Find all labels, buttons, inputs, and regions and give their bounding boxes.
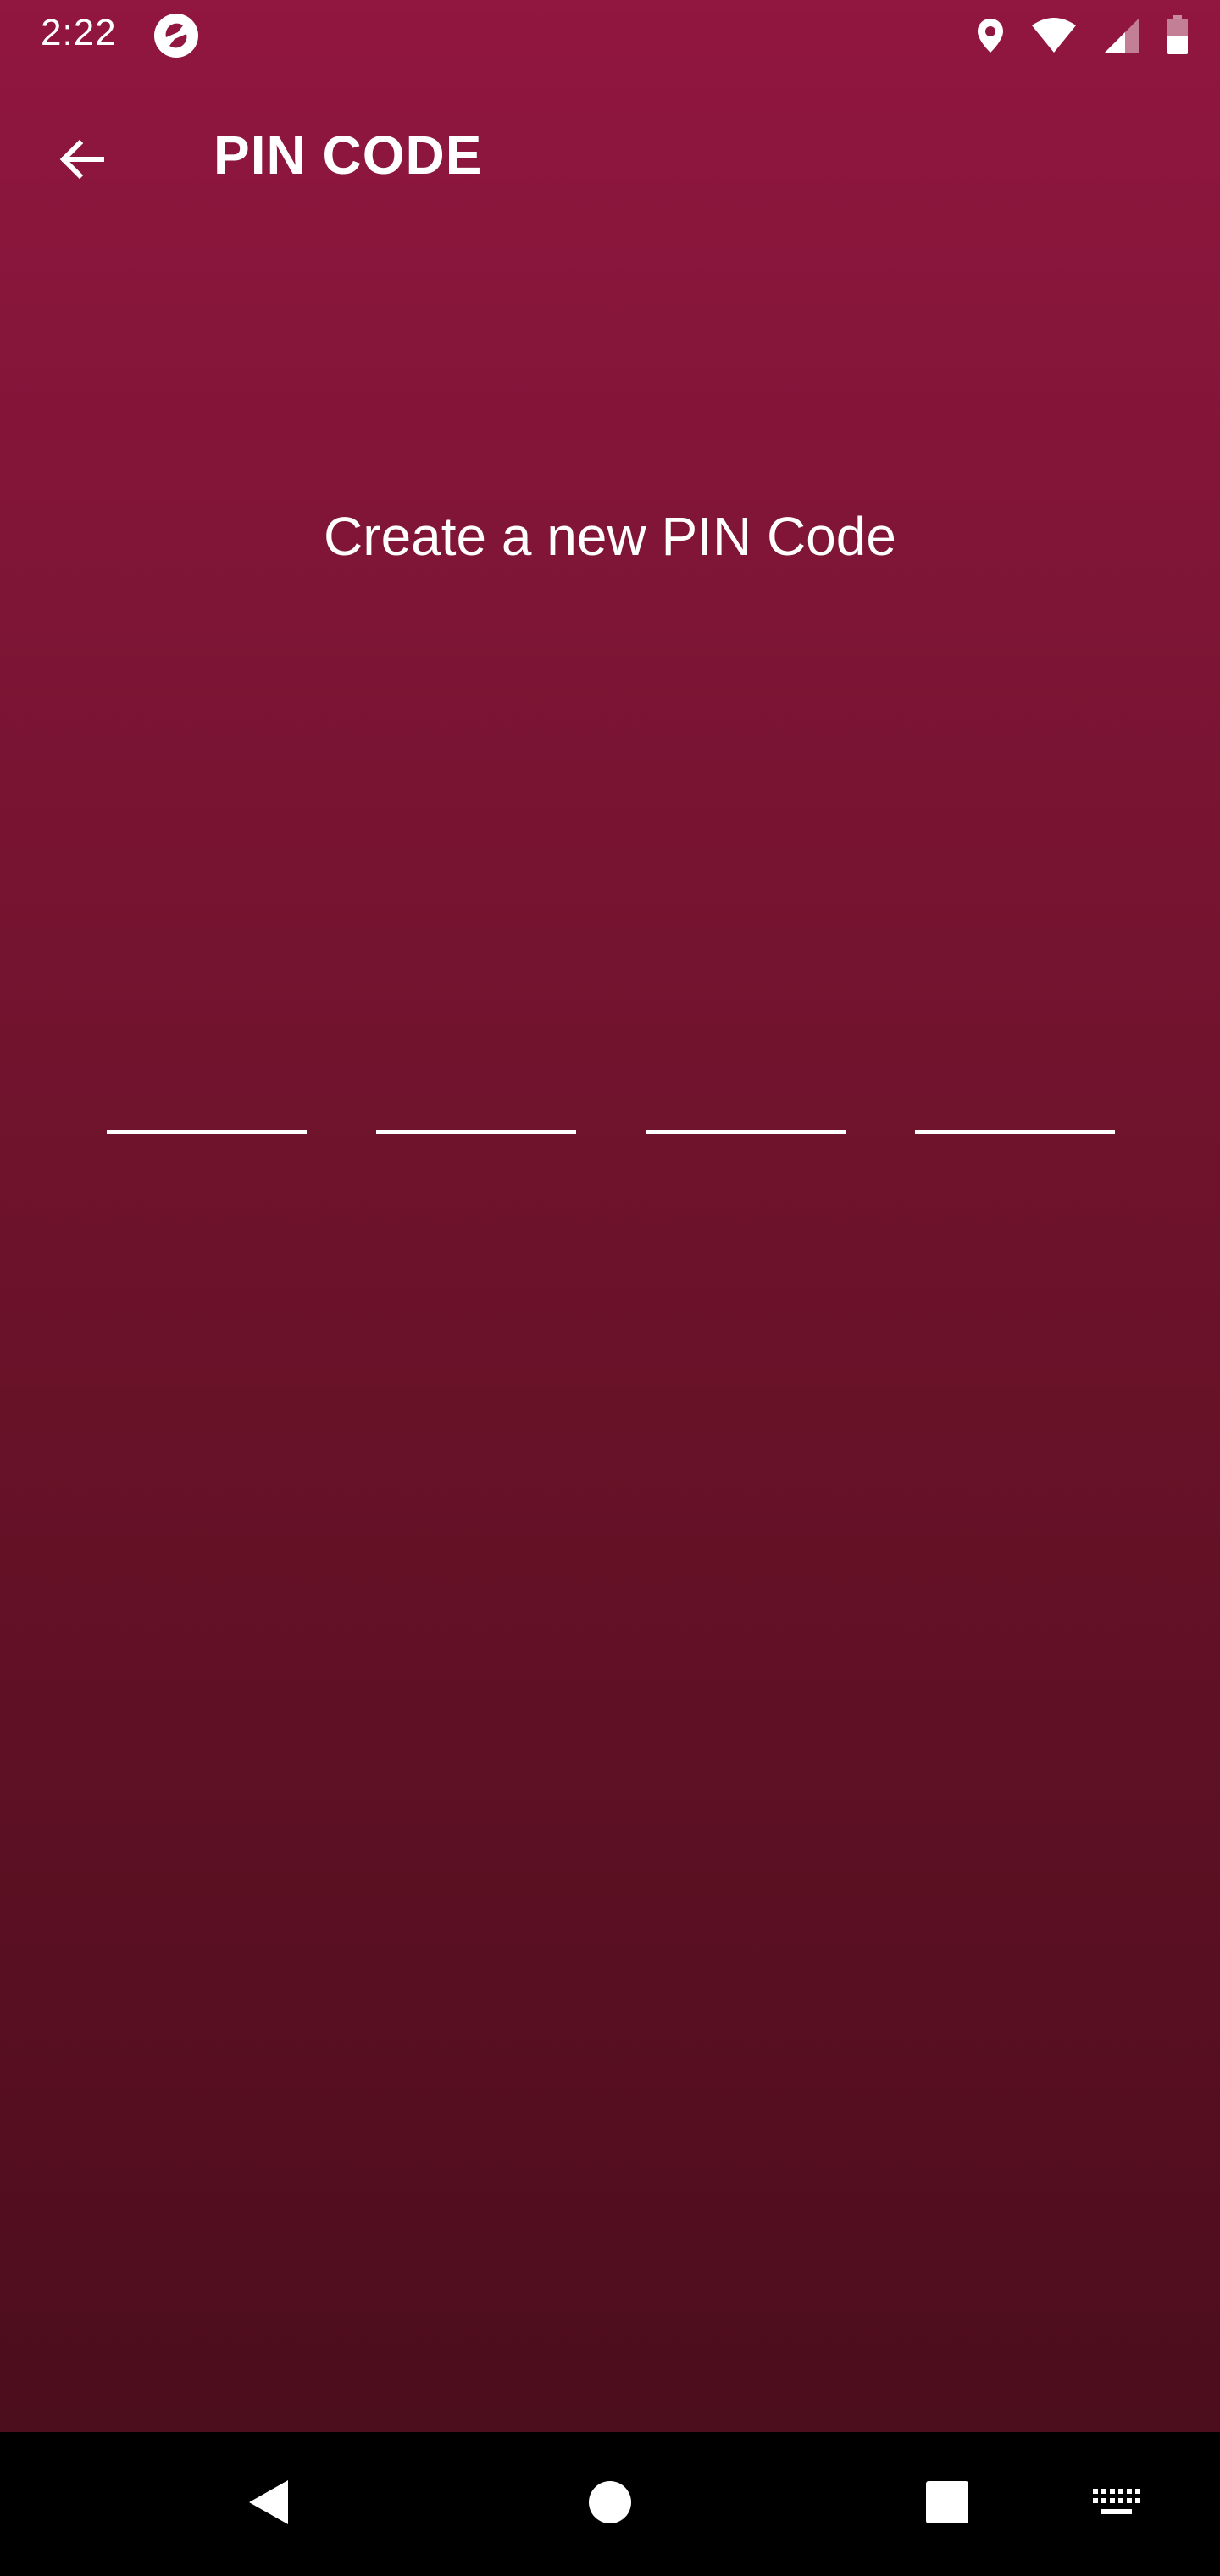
- nav-home-button[interactable]: [568, 2462, 652, 2546]
- recents-square-icon: [922, 2477, 973, 2532]
- battery-icon: [1166, 15, 1190, 56]
- pin-digit-4[interactable]: [915, 1076, 1115, 1134]
- screen-background: 2:22 PIN CODE Create a new PIN Code: [0, 0, 1220, 2432]
- pin-input-row: [0, 1076, 1220, 1144]
- pin-digit-1[interactable]: [107, 1076, 307, 1134]
- pin-digit-2[interactable]: [376, 1076, 576, 1134]
- page-title: PIN CODE: [214, 125, 483, 186]
- system-nav-bar: [0, 2432, 1220, 2576]
- pin-prompt: Create a new PIN Code: [324, 506, 896, 567]
- home-circle-icon: [585, 2477, 635, 2532]
- back-button[interactable]: [41, 120, 122, 202]
- wifi-icon: [1030, 17, 1078, 54]
- location-icon: [976, 17, 1005, 54]
- signal-icon: [1103, 17, 1140, 54]
- status-bar: 2:22: [0, 0, 1220, 71]
- status-time: 2:22: [41, 12, 117, 53]
- nav-recents-button[interactable]: [905, 2462, 990, 2546]
- keyboard-icon: [1091, 2487, 1142, 2522]
- arrow-left-icon: [56, 134, 107, 189]
- nav-keyboard-button[interactable]: [1074, 2462, 1159, 2546]
- pin-digit-3[interactable]: [646, 1076, 846, 1134]
- back-triangle-icon: [244, 2477, 295, 2532]
- app-notification-icon: [152, 12, 200, 59]
- app-bar: PIN CODE: [0, 102, 1220, 203]
- nav-back-button[interactable]: [227, 2462, 312, 2546]
